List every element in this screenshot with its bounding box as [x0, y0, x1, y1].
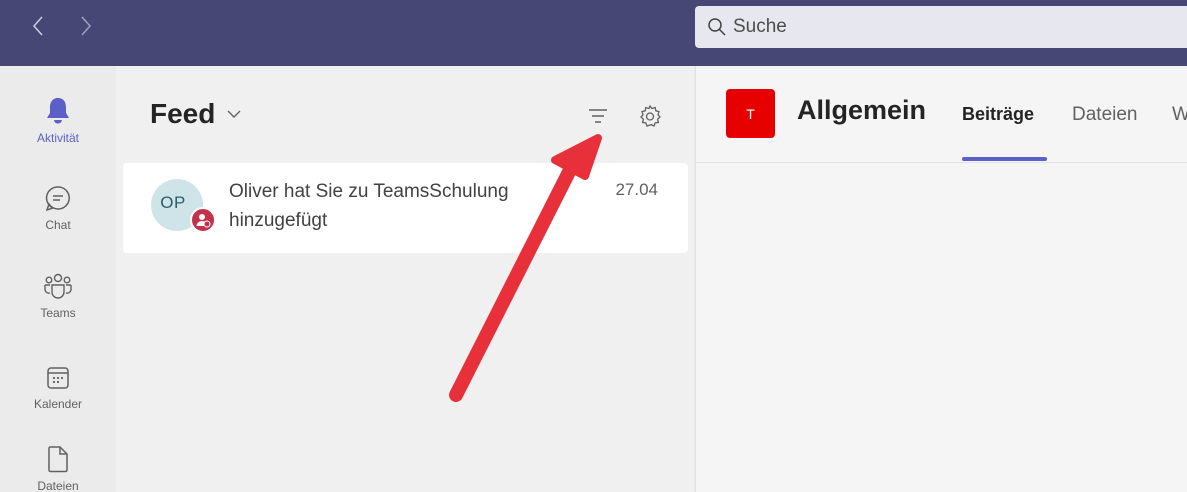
search-input[interactable]: Suche [695, 6, 1187, 48]
feed-item-date: 27.04 [615, 180, 658, 199]
back-button[interactable] [26, 14, 50, 38]
feed-list-item[interactable]: OP Oliver hat Sie zu TeamsSchulung hinzu… [123, 163, 688, 253]
feed-item-line2: hinzugefügt [229, 210, 328, 231]
file-icon [48, 446, 68, 473]
avatar-initials: OP [160, 193, 186, 212]
channel-header: T Allgemein Beiträge Dateien W [696, 66, 1187, 163]
channel-name: Allgemein [797, 95, 927, 125]
feed-dropdown[interactable]: Feed [150, 98, 241, 130]
title-bar-strip [695, 48, 1187, 66]
app-bar-label: Aktivität [36, 131, 79, 145]
title-bar-left [0, 0, 695, 66]
tab-files[interactable]: Dateien [1072, 104, 1138, 126]
feed-header: Feed [116, 66, 694, 164]
calendar-icon [47, 367, 69, 389]
teams-icon [44, 273, 72, 299]
bell-icon [47, 98, 69, 124]
app-bar-label: Chat [45, 218, 71, 232]
search-placeholder: Suche [733, 16, 787, 37]
chat-icon [45, 186, 70, 212]
tab-posts[interactable]: Beiträge [962, 104, 1034, 125]
filter-button[interactable] [580, 98, 616, 134]
app-bar-label: Dateien [37, 479, 79, 492]
app-bar-label: Teams [40, 306, 76, 320]
app-bar-label: Kalender [33, 397, 83, 411]
tab-wiki[interactable]: W [1172, 104, 1187, 126]
app-bar-item-teams[interactable]: Teams [8, 254, 108, 338]
channel-pane: T Allgemein Beiträge Dateien W [695, 66, 1187, 492]
feed-title: Feed [150, 98, 216, 129]
team-avatar: T [726, 89, 775, 138]
chevron-right-icon [81, 16, 92, 36]
app-bar-item-chat[interactable]: Chat [8, 166, 108, 250]
active-tab-indicator [962, 157, 1047, 161]
feed-pane: Feed OP Oliver hat Sie zu TeamsSchulung … [116, 66, 694, 492]
app-bar-item-activity[interactable]: Aktivität [8, 78, 108, 162]
app-bar: Aktivität Chat Teams Kalender Dateien [0, 66, 116, 492]
feed-item-text: Oliver hat Sie zu TeamsSchulung hinzugef… [229, 177, 569, 235]
forward-button[interactable] [74, 14, 98, 38]
app-bar-item-files[interactable]: Dateien [8, 434, 108, 492]
chevron-left-icon [32, 16, 43, 36]
add-member-badge-icon [190, 207, 216, 233]
filter-icon [589, 109, 607, 123]
search-icon [708, 18, 726, 36]
app-bar-item-calendar[interactable]: Kalender [8, 346, 108, 430]
feed-item-line1: Oliver hat Sie zu TeamsSchulung [229, 181, 509, 202]
settings-button[interactable] [632, 98, 668, 134]
gear-icon [640, 104, 661, 127]
chevron-down-icon [227, 110, 241, 118]
